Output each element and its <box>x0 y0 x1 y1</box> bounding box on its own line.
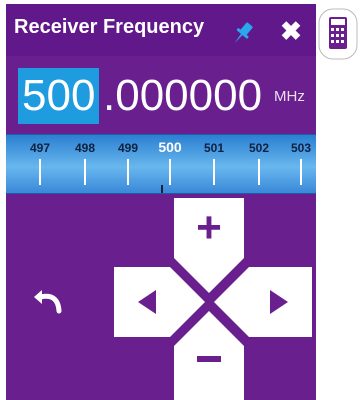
frequency-ruler[interactable]: 497 498 499 500 501 502 503 <box>6 134 316 194</box>
ruler-label: 498 <box>74 141 96 155</box>
undo-arrow-icon[interactable] <box>28 280 68 316</box>
close-button[interactable]: ✖ <box>276 16 306 46</box>
frequency-integer: 500 <box>22 71 96 120</box>
calculator-icon[interactable] <box>318 8 358 60</box>
ruler-label: 497 <box>29 141 51 155</box>
up-button[interactable]: + <box>174 198 244 293</box>
ruler-label: 503 <box>290 141 312 155</box>
ruler-tick <box>213 159 215 185</box>
down-button[interactable] <box>174 311 244 400</box>
title-bar: Receiver Frequency ✖ <box>6 4 316 56</box>
ruler-tick <box>169 159 171 185</box>
ruler-tick <box>84 159 86 185</box>
ruler-label: 501 <box>203 141 225 155</box>
frequency-integer-selection[interactable]: 500 <box>18 68 100 124</box>
frequency-display[interactable]: 500 .000000 MHz <box>6 56 316 126</box>
center-marker <box>161 185 163 193</box>
ruler-tick <box>127 159 129 185</box>
frequency-fraction: .000000 <box>103 71 263 120</box>
ruler-label: 499 <box>117 141 139 155</box>
minus-icon <box>197 356 221 362</box>
left-button[interactable] <box>114 267 205 337</box>
ruler-label: 502 <box>248 141 270 155</box>
ruler-label-selected: 500 <box>158 139 182 155</box>
right-button[interactable] <box>214 267 312 337</box>
receiver-frequency-panel: Receiver Frequency ✖ 500 .000000 MHz 497… <box>6 4 316 400</box>
ruler-tick <box>300 159 302 185</box>
panel-title: Receiver Frequency <box>14 16 205 38</box>
ruler-tick <box>258 159 260 185</box>
ruler-tick <box>39 159 41 185</box>
plus-label: + <box>196 203 222 252</box>
frequency-unit: MHz <box>274 88 305 105</box>
direction-pad: + <box>114 198 312 400</box>
pin-icon[interactable] <box>228 18 258 48</box>
